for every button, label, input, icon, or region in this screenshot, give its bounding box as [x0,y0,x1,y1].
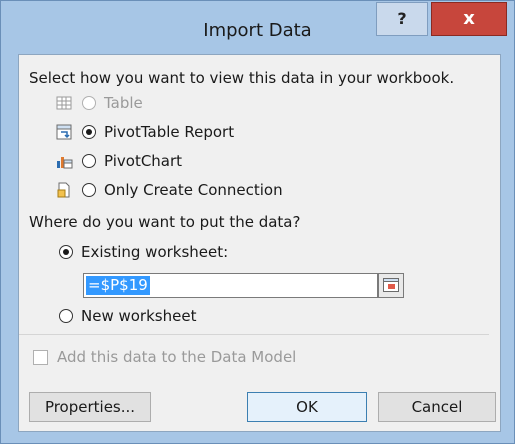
pivotchart-radio[interactable] [82,154,96,168]
cell-reference-input[interactable]: =$P$19 [83,273,378,298]
pivotchart-option-label: PivotChart [104,152,183,170]
cell-reference-value: =$P$19 [86,276,150,295]
new-worksheet-label: New worksheet [81,307,197,325]
separator [19,334,489,335]
dialog-body: Select how you want to view this data in… [18,54,501,432]
pivottable-radio[interactable] [82,125,96,139]
help-button[interactable]: ? [376,2,428,36]
pivotchart-icon [57,157,73,169]
existing-worksheet-radio[interactable] [59,245,73,259]
data-model-checkbox[interactable] [33,350,48,365]
location-prompt-label: Where do you want to put the data? [29,213,301,231]
pivottable-option-label: PivotTable Report [104,123,235,141]
cancel-button[interactable]: Cancel [378,392,496,422]
view-prompt-label: Select how you want to view this data in… [29,69,455,87]
range-select-icon [383,278,399,292]
table-option-label: Table [104,94,143,112]
pivottable-icon [56,124,72,140]
properties-button[interactable]: Properties... [29,392,151,422]
collapse-dialog-button[interactable] [378,273,404,298]
close-button[interactable]: x [431,2,507,36]
data-model-label: Add this data to the Data Model [57,348,297,366]
new-worksheet-radio[interactable] [59,309,73,323]
connection-option-label: Only Create Connection [104,181,283,199]
import-data-dialog: Import Data ? x Select how you want to v… [0,0,515,444]
existing-worksheet-label: Existing worksheet: [81,243,229,261]
connection-radio[interactable] [82,183,96,197]
connection-icon [57,182,70,198]
ok-button[interactable]: OK [247,392,367,422]
table-radio[interactable] [82,96,96,110]
table-icon [56,96,72,110]
title-bar[interactable]: Import Data ? x [1,1,514,51]
